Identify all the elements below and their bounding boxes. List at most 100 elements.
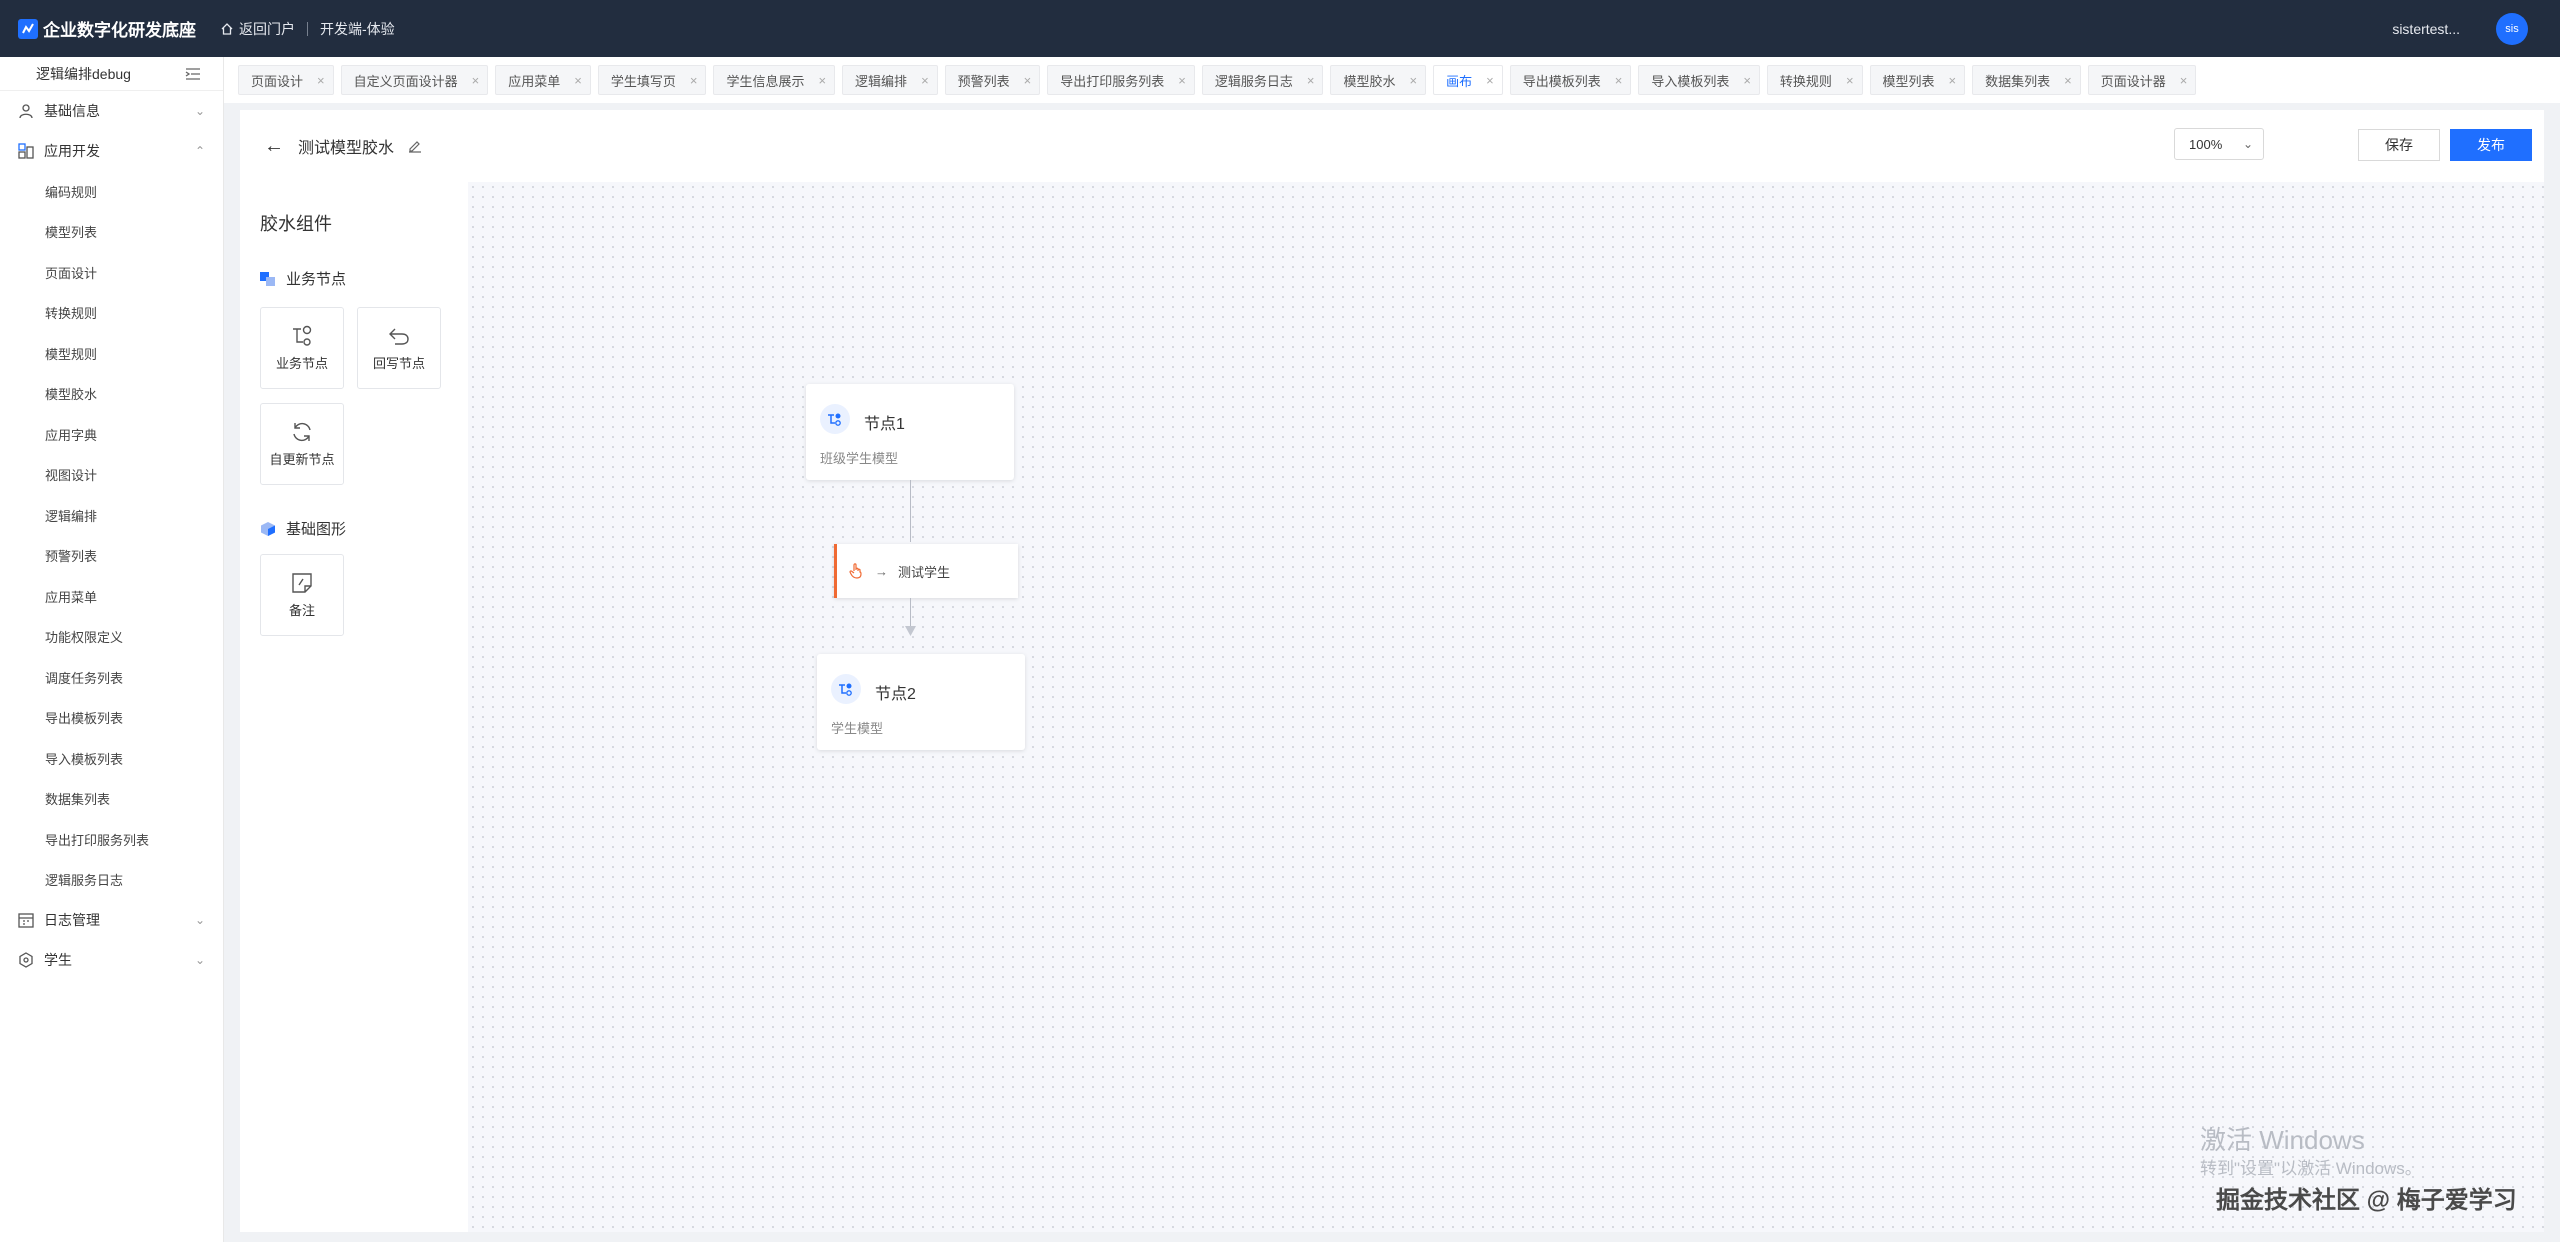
editor-title: 测试模型胶水 <box>298 140 395 157</box>
tab[interactable]: 页面设计 × <box>238 65 334 95</box>
close-icon[interactable]: × <box>1486 73 1494 88</box>
tab-label: 自定义页面设计器 <box>353 73 458 89</box>
hexagon-icon <box>18 952 34 968</box>
tab[interactable]: 应用菜单 × <box>495 65 591 95</box>
app-logo[interactable]: 企业数字化研发底座 <box>18 16 196 41</box>
sidebar-group-label: 基础信息 <box>44 103 100 119</box>
edit-icon[interactable] <box>408 139 422 153</box>
palette-card-self-update-node[interactable]: 自更新节点 <box>260 403 344 485</box>
close-icon[interactable]: × <box>1178 73 1186 88</box>
tab-label: 转换规则 <box>1779 73 1832 89</box>
close-icon[interactable]: × <box>1743 73 1751 88</box>
hand-pointer-icon <box>849 563 862 579</box>
back-arrow-icon[interactable]: ← <box>264 135 284 158</box>
save-button[interactable]: 保存 <box>2358 129 2440 161</box>
sidebar-item[interactable]: 调度任务列表 <box>0 657 223 698</box>
zoom-select[interactable]: 100% ⌄ <box>2174 128 2264 160</box>
note-icon <box>292 572 312 593</box>
sidebar-item[interactable]: 预警列表 <box>0 536 223 577</box>
palette-card-writeback-node[interactable]: 回写节点 <box>357 307 441 389</box>
card-label: 自更新节点 <box>269 451 335 467</box>
sidebar-item[interactable]: 视图设计 <box>0 455 223 496</box>
sidebar-item[interactable]: 导出模板列表 <box>0 698 223 739</box>
close-icon[interactable]: × <box>2064 73 2072 88</box>
sidebar-group-student[interactable]: 学生 ⌄ <box>0 940 223 980</box>
close-icon[interactable]: × <box>818 73 826 88</box>
close-icon[interactable]: × <box>921 73 929 88</box>
section-label: 基础图形 <box>286 521 347 538</box>
flow-node-2[interactable]: 节点2 学生模型 <box>817 654 1025 750</box>
sidebar-group-app-dev[interactable]: 应用开发 ⌃ <box>0 131 223 171</box>
sidebar-title: 逻辑编排debug <box>36 65 131 82</box>
home-icon <box>221 22 233 35</box>
sidebar-item[interactable]: 编码规则 <box>0 171 223 212</box>
node-model: 班级学生模型 <box>820 451 899 466</box>
sidebar-item[interactable]: 导入模板列表 <box>0 738 223 779</box>
close-icon[interactable]: × <box>2180 73 2188 88</box>
close-icon[interactable]: × <box>1615 73 1623 88</box>
sidebar-item[interactable]: 导出打印服务列表 <box>0 819 223 860</box>
tab[interactable]: 导出模板列表 × <box>1509 65 1632 95</box>
home-label: 返回门户 <box>239 20 295 37</box>
sidebar-item[interactable]: 应用菜单 <box>0 576 223 617</box>
sidebar: 逻辑编排debug 基础信息 ⌄ 应用开发 ⌃ 编码规则 模型列表 页面设计 转… <box>0 57 224 1242</box>
tab[interactable]: 模型胶水 × <box>1330 65 1427 95</box>
back-to-portal-link[interactable]: 返回门户 <box>220 19 295 39</box>
close-icon[interactable]: × <box>1949 73 1957 88</box>
tab[interactable]: 数据集列表 × <box>1972 65 2081 95</box>
tab[interactable]: 导出打印服务列表 × <box>1047 65 1195 95</box>
card-label: 业务节点 <box>275 355 328 371</box>
sidebar-item[interactable]: 模型胶水 <box>0 374 223 415</box>
flow-canvas[interactable]: 节点1 班级学生模型 → 测试学生 节点2 学生模型 <box>468 182 2544 1232</box>
close-icon[interactable]: × <box>1307 73 1315 88</box>
sidebar-item[interactable]: 模型规则 <box>0 333 223 374</box>
collapse-menu-icon[interactable] <box>185 67 201 81</box>
editor-panel: ← 测试模型胶水 100% ⌄ 保存 发布 胶水组件 业务节点 业务节点 回写节… <box>240 110 2544 1232</box>
tab[interactable]: 逻辑服务日志 × <box>1201 65 1324 95</box>
tab[interactable]: 转换规则 × <box>1766 65 1863 95</box>
close-icon[interactable]: × <box>1846 73 1854 88</box>
section-label: 业务节点 <box>286 271 347 288</box>
tab[interactable]: 学生填写页 × <box>597 65 707 95</box>
close-icon[interactable]: × <box>690 73 698 88</box>
flow-node-1[interactable]: 节点1 班级学生模型 <box>806 384 1014 480</box>
sidebar-item[interactable]: 转换规则 <box>0 293 223 334</box>
sidebar-group-log-mgmt[interactable]: 日志管理 ⌄ <box>0 900 223 940</box>
sidebar-item[interactable]: 模型列表 <box>0 212 223 253</box>
sidebar-item[interactable]: 逻辑服务日志 <box>0 860 223 901</box>
palette-card-note[interactable]: 备注 <box>260 554 344 636</box>
chevron-down-icon: ⌄ <box>194 953 205 967</box>
username[interactable]: sistertest... <box>2392 21 2460 37</box>
sidebar-item[interactable]: 应用字典 <box>0 414 223 455</box>
close-icon[interactable]: × <box>472 73 480 88</box>
sidebar-item[interactable]: 页面设计 <box>0 252 223 293</box>
palette-card-business-node[interactable]: 业务节点 <box>260 307 344 389</box>
close-icon[interactable]: × <box>1024 73 1032 88</box>
sidebar-group-basic-info[interactable]: 基础信息 ⌄ <box>0 91 223 131</box>
tab-active[interactable]: 画布 × <box>1433 65 1503 95</box>
sidebar-item[interactable]: 数据集列表 <box>0 779 223 820</box>
avatar[interactable]: sis <box>2496 12 2528 45</box>
user-icon <box>18 103 34 119</box>
app-dev-icon <box>18 143 34 159</box>
close-icon[interactable]: × <box>574 73 582 88</box>
env-label: 开发端-体验 <box>320 20 395 37</box>
close-icon[interactable]: × <box>1410 73 1418 88</box>
sidebar-item[interactable]: 功能权限定义 <box>0 617 223 658</box>
sidebar-item[interactable]: 逻辑编排 <box>0 495 223 536</box>
tab[interactable]: 学生信息展示 × <box>713 65 836 95</box>
tab[interactable]: 逻辑编排 × <box>842 65 938 95</box>
tab[interactable]: 导入模板列表 × <box>1638 65 1760 95</box>
cube-icon <box>261 521 275 536</box>
tab[interactable]: 页面设计器 × <box>2087 65 2197 95</box>
tab[interactable]: 自定义页面设计器 × <box>340 65 489 95</box>
tab[interactable]: 预警列表 × <box>944 65 1041 95</box>
sidebar-group-label: 日志管理 <box>44 912 100 928</box>
close-icon[interactable]: × <box>317 73 325 88</box>
sidebar-header: 逻辑编排debug <box>0 57 223 91</box>
edge-arrow: → <box>875 563 888 579</box>
flow-edge[interactable]: → 测试学生 <box>834 544 1018 598</box>
tab[interactable]: 模型列表 × <box>1869 65 1966 95</box>
publish-button[interactable]: 发布 <box>2450 129 2532 161</box>
palette-section-business: 业务节点 <box>260 268 346 289</box>
